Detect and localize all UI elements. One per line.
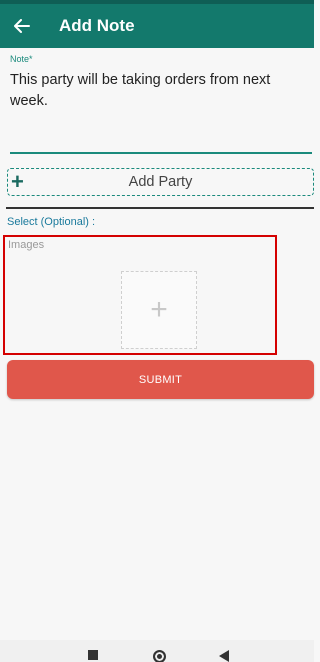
divider — [6, 207, 314, 209]
select-optional-label: Select (Optional) : — [7, 216, 96, 228]
add-party-button[interactable]: + Add Party — [7, 168, 314, 196]
app-bar: Add Note — [0, 4, 314, 48]
arrow-left-icon — [14, 19, 30, 33]
images-section: Images + — [3, 235, 277, 355]
note-field-label: Note* — [10, 54, 33, 64]
note-input-underline — [10, 152, 312, 154]
submit-button[interactable]: SUBMIT — [7, 360, 314, 399]
images-label: Images — [8, 239, 45, 251]
plus-icon: + — [150, 293, 168, 326]
plus-icon: + — [11, 169, 24, 194]
add-image-button[interactable]: + — [121, 271, 197, 349]
back-button[interactable] — [2, 4, 42, 48]
add-party-label: Add Party — [128, 174, 193, 190]
note-input[interactable]: This party will be taking orders from ne… — [10, 70, 308, 112]
recents-icon[interactable] — [88, 650, 98, 660]
page-title: Add Note — [59, 16, 135, 35]
back-icon[interactable] — [219, 650, 229, 662]
home-icon[interactable] — [153, 650, 166, 662]
system-nav-bar — [0, 640, 314, 662]
